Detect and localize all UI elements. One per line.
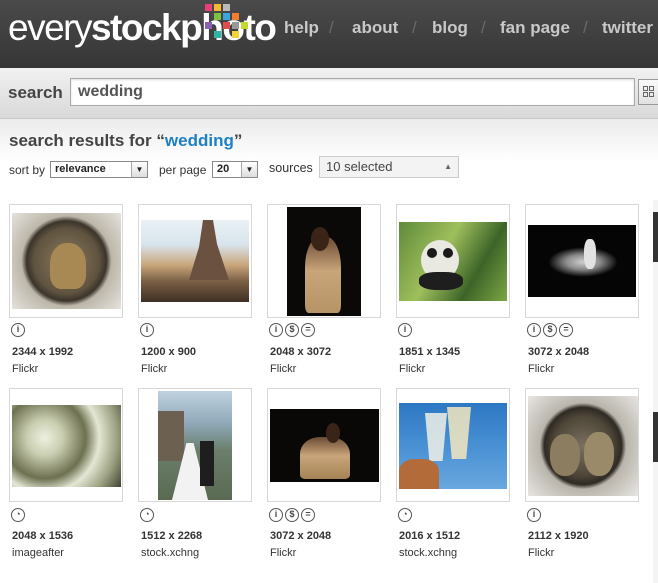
updown-icon: ▲ (444, 162, 452, 171)
result-image[interactable] (399, 222, 507, 301)
image-dimensions: 2112 x 1920 (528, 530, 589, 542)
result-image[interactable] (528, 225, 636, 297)
attribution-icon[interactable]: i (398, 323, 412, 337)
results-query: wedding (164, 131, 234, 150)
result-thumbnail-card[interactable] (525, 204, 639, 318)
results-title: search results for “wedding” (9, 131, 243, 150)
nav-separator: / (481, 18, 486, 37)
image-dimensions: 2048 x 3072 (270, 346, 332, 358)
top-header: everystockphoto help / about / blog / fa… (0, 0, 658, 68)
result-thumbnail-card[interactable] (9, 204, 123, 318)
noncommercial-icon[interactable]: $ (285, 323, 299, 337)
image-source[interactable]: Flickr (528, 547, 554, 559)
results-header (0, 119, 658, 189)
result-thumbnail-card[interactable] (525, 388, 639, 502)
image-source[interactable]: Flickr (12, 363, 38, 375)
image-source[interactable]: Flickr (270, 547, 296, 559)
nav-help[interactable]: help (284, 18, 319, 38)
image-source[interactable]: imageafter (12, 547, 64, 559)
sources-label: sources (269, 161, 313, 175)
attribution-icon[interactable]: i (527, 323, 541, 337)
image-source[interactable]: stock.xchng (141, 547, 199, 559)
logo-squares-icon (205, 4, 255, 44)
nav-separator: / (412, 18, 417, 37)
result-image[interactable] (287, 207, 361, 316)
noncommercial-icon[interactable]: $ (285, 508, 299, 522)
image-source[interactable]: Flickr (399, 363, 425, 375)
per-page-select[interactable]: 20 ▼ (212, 161, 258, 178)
attribution-icon[interactable]: i (140, 323, 154, 337)
image-source[interactable]: Flickr (270, 363, 296, 375)
result-image[interactable] (141, 220, 249, 302)
result-image[interactable] (399, 403, 507, 489)
per-page-label: per page (159, 163, 207, 177)
attribution-icon[interactable]: i (269, 508, 283, 522)
chevron-down-icon: ▼ (241, 162, 257, 177)
noncommercial-icon[interactable]: $ (543, 323, 557, 337)
sort-by-select[interactable]: relevance ▼ (50, 161, 148, 178)
clock-icon[interactable]: ◔ (398, 508, 412, 522)
image-source[interactable]: stock.xchng (399, 547, 457, 559)
noderivs-icon[interactable]: = (559, 323, 573, 337)
result-image[interactable] (270, 409, 379, 482)
image-source[interactable]: Flickr (141, 363, 167, 375)
nav-fan-page[interactable]: fan page (500, 18, 570, 38)
nav-separator: / (329, 18, 334, 37)
result-thumbnail-card[interactable] (267, 204, 381, 318)
clock-icon[interactable]: ◔ (140, 508, 154, 522)
result-thumbnail-card[interactable] (396, 388, 510, 502)
grid-view-button[interactable] (638, 79, 658, 105)
image-dimensions: 2344 x 1992 (12, 346, 74, 358)
sources-select[interactable]: 10 selected ▲ (319, 156, 459, 178)
search-input[interactable] (70, 78, 635, 106)
result-thumbnail-card[interactable] (267, 388, 381, 502)
image-source[interactable]: Flickr (528, 363, 554, 375)
image-dimensions: 3072 x 2048 (270, 530, 332, 542)
result-thumbnail-card[interactable] (9, 388, 123, 502)
sort-by-label: sort by (9, 163, 46, 177)
attribution-icon[interactable]: i (527, 508, 541, 522)
search-label: search (8, 83, 63, 102)
noderivs-icon[interactable]: = (301, 508, 315, 522)
result-image[interactable] (12, 405, 121, 487)
attribution-icon[interactable]: i (11, 323, 25, 337)
result-thumbnail-card[interactable] (138, 388, 252, 502)
nav-blog[interactable]: blog (432, 18, 468, 38)
result-image[interactable] (528, 396, 638, 496)
logo-text-every: every (8, 7, 92, 48)
attribution-icon[interactable]: i (269, 323, 283, 337)
search-bar: search (0, 68, 658, 119)
image-dimensions: 1851 x 1345 (399, 346, 461, 358)
nav-separator: / (583, 18, 588, 37)
page-scroll-edge (653, 200, 658, 583)
result-image[interactable] (12, 213, 121, 309)
clock-icon[interactable]: ◔ (11, 508, 25, 522)
noderivs-icon[interactable]: = (301, 323, 315, 337)
nav-twitter[interactable]: twitter (602, 18, 653, 38)
result-image[interactable] (158, 391, 232, 500)
image-dimensions: 2016 x 1512 (399, 530, 461, 542)
result-thumbnail-card[interactable] (138, 204, 252, 318)
image-dimensions: 1512 x 2268 (141, 530, 203, 542)
chevron-down-icon: ▼ (131, 162, 147, 177)
image-dimensions: 3072 x 2048 (528, 346, 590, 358)
result-thumbnail-card[interactable] (396, 204, 510, 318)
image-dimensions: 1200 x 900 (141, 346, 197, 358)
nav-about[interactable]: about (352, 18, 398, 38)
image-dimensions: 2048 x 1536 (12, 530, 74, 542)
